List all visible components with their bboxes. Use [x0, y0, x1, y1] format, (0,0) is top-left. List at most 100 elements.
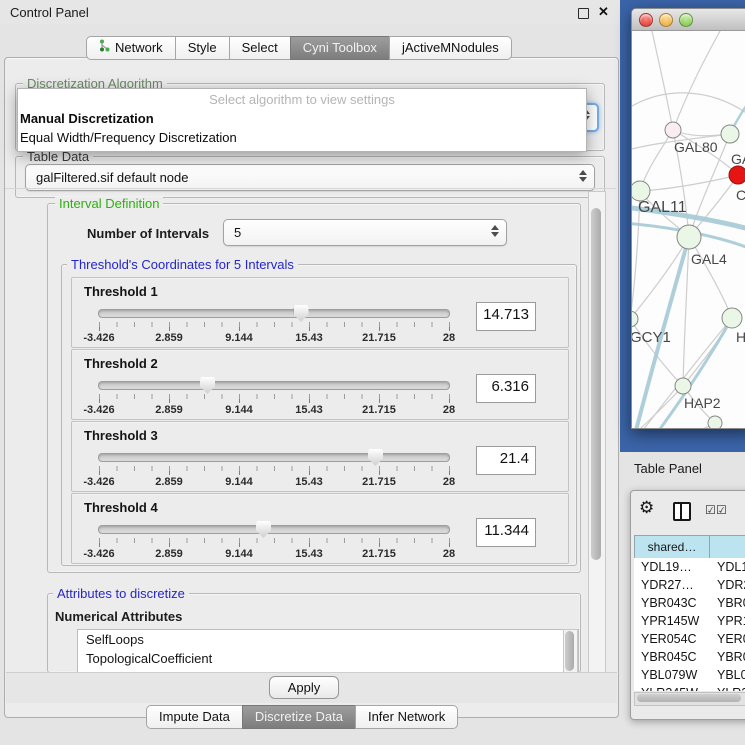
tab-discretize-data[interactable]: Discretize Data — [242, 705, 356, 729]
close-icon[interactable]: ✕ — [598, 4, 609, 20]
column-view-icon[interactable] — [673, 502, 691, 521]
table-horizontal-scrollbar[interactable] — [634, 692, 745, 706]
node-label: C — [736, 187, 745, 203]
threshold-slider[interactable] — [98, 309, 450, 318]
combo-arrows-icon — [579, 170, 587, 182]
dropdown-prompt: Select algorithm to view settings — [18, 91, 586, 109]
table-row[interactable]: YDR27…YDR2 — [634, 576, 745, 594]
gear-icon[interactable]: ⚙ — [639, 498, 654, 518]
float-window-icon[interactable] — [578, 8, 589, 19]
network-node[interactable] — [632, 311, 638, 327]
threshold-slider[interactable] — [98, 453, 450, 462]
table-row[interactable]: YBR043CYBR0 — [634, 594, 745, 612]
num-intervals-combobox[interactable]: 5 — [223, 219, 507, 246]
tab-jactivemnodules[interactable]: jActiveMNodules — [389, 36, 512, 60]
zoom-traffic-light-icon[interactable] — [679, 13, 693, 27]
scale-label: -3.426 — [83, 476, 114, 488]
network-node[interactable] — [677, 225, 701, 249]
list-item[interactable]: SelfLoops — [78, 630, 578, 649]
network-node[interactable] — [722, 308, 742, 328]
scale-label: 2.859 — [155, 404, 183, 416]
table-panel-title: Table Panel — [634, 461, 702, 476]
threshold-slider[interactable] — [98, 381, 450, 390]
cell-shared-name[interactable]: YBR043C — [634, 594, 713, 612]
network-window-titlebar[interactable] — [632, 9, 745, 31]
threshold-value-field[interactable]: 21.4 — [476, 446, 536, 475]
table-data-value: galFiltered.sif default node — [36, 170, 188, 185]
dropdown-item-manual[interactable]: Manual Discretization — [18, 109, 586, 128]
network-node[interactable] — [632, 181, 650, 201]
scale-label: 28 — [443, 332, 455, 344]
threshold-value-field[interactable]: 14.713 — [476, 302, 536, 331]
network-node[interactable] — [708, 416, 722, 428]
threshold-panel: Threshold 3 -3.426 2.859 9.144 15.43 21.… — [71, 421, 569, 492]
cell-shared-name[interactable]: YDR27… — [634, 576, 713, 594]
minimize-traffic-light-icon[interactable] — [659, 13, 673, 27]
table-row[interactable]: YBR045CYBR0 — [634, 648, 745, 666]
node-label: HAP2 — [684, 395, 721, 411]
cell-shared-name[interactable]: YLR345W — [634, 684, 713, 691]
network-node[interactable] — [675, 378, 691, 394]
list-scrollbar[interactable] — [563, 629, 578, 675]
cell-shared-name[interactable]: YBL079W — [634, 666, 713, 684]
table-row[interactable]: YDL19…YDL1 — [634, 558, 745, 576]
table-data-combobox[interactable]: galFiltered.sif default node — [25, 164, 595, 191]
checkbox-icon[interactable]: ☑ — [716, 503, 726, 517]
slider-scale: -3.426 2.859 9.144 15.43 21.715 28 — [72, 548, 568, 560]
list-item[interactable]: TopologicalCoefficient — [78, 649, 578, 668]
threshold-label: Threshold 1 — [84, 284, 158, 299]
cell-name[interactable]: YBR0 — [713, 594, 745, 612]
cell-name[interactable]: YLR3 — [713, 684, 745, 691]
cell-name[interactable]: YDL1 — [713, 558, 745, 576]
table-row[interactable]: YER054CYER0 — [634, 630, 745, 648]
cell-name[interactable]: YBL0 — [713, 666, 745, 684]
bottom-tabs: Impute Data Discretize Data Infer Networ… — [146, 705, 458, 727]
network-icon — [99, 37, 110, 59]
cell-name[interactable]: YER0 — [713, 630, 745, 648]
tab-discretize-data-label: Discretize Data — [255, 706, 343, 728]
cell-name[interactable]: YBR0 — [713, 648, 745, 666]
checkbox-icon[interactable]: ☑ — [705, 503, 715, 517]
tab-style-label: Style — [188, 37, 217, 59]
cell-name[interactable]: YPR1 — [713, 612, 745, 630]
threshold-value-field[interactable]: 11.344 — [476, 518, 536, 547]
scale-label: 21.715 — [362, 404, 396, 416]
threshold-value-field[interactable]: 6.316 — [476, 374, 536, 403]
tab-infer-network[interactable]: Infer Network — [355, 705, 458, 729]
network-view-window[interactable]: GAL80 GA C GAL11 GAL4 GCY1 H HAP2 — [631, 8, 745, 429]
scale-label: 28 — [443, 404, 455, 416]
tab-select[interactable]: Select — [229, 36, 291, 60]
attributes-group-title: Attributes to discretize — [53, 587, 189, 601]
tab-style[interactable]: Style — [175, 36, 230, 60]
column-header-shared-name[interactable]: shared… — [634, 535, 710, 559]
slider-thumb[interactable] — [200, 377, 215, 394]
table-row[interactable]: YPR145WYPR1 — [634, 612, 745, 630]
apply-button[interactable]: Apply — [269, 676, 339, 699]
cell-shared-name[interactable]: YPR145W — [634, 612, 713, 630]
cell-shared-name[interactable]: YER054C — [634, 630, 713, 648]
cell-shared-name[interactable]: YBR045C — [634, 648, 713, 666]
panel-scrollbar[interactable] — [588, 191, 606, 675]
network-node[interactable] — [665, 122, 681, 138]
table-data-title: Table Data — [23, 150, 93, 164]
tab-cyni-toolbox[interactable]: Cyni Toolbox — [290, 36, 390, 60]
column-header-name[interactable]: n — [709, 535, 745, 559]
cell-name[interactable]: YDR2 — [713, 576, 745, 594]
tab-network[interactable]: Network — [86, 36, 176, 60]
threshold-panel: Threshold 1 -3.426 2.859 9.144 15.43 21.… — [71, 277, 569, 348]
network-node-selected[interactable] — [729, 166, 745, 184]
network-node[interactable] — [721, 125, 739, 143]
table-row[interactable]: YLR345WYLR3 — [634, 684, 745, 691]
cell-shared-name[interactable]: YDL19… — [634, 558, 713, 576]
threshold-label: Threshold 4 — [84, 500, 158, 515]
tab-impute-data[interactable]: Impute Data — [146, 705, 243, 729]
close-traffic-light-icon[interactable] — [639, 13, 653, 27]
dropdown-item-equal-width[interactable]: Equal Width/Frequency Discretization — [18, 128, 586, 147]
table-row[interactable]: YBL079WYBL0 — [634, 666, 745, 684]
slider-thumb[interactable] — [256, 521, 271, 538]
slider-thumb[interactable] — [294, 305, 309, 322]
threshold-slider[interactable] — [98, 525, 450, 534]
tab-jactivemnodules-label: jActiveMNodules — [402, 37, 499, 59]
network-canvas[interactable]: GAL80 GA C GAL11 GAL4 GCY1 H HAP2 — [632, 31, 745, 428]
slider-thumb[interactable] — [368, 449, 383, 466]
